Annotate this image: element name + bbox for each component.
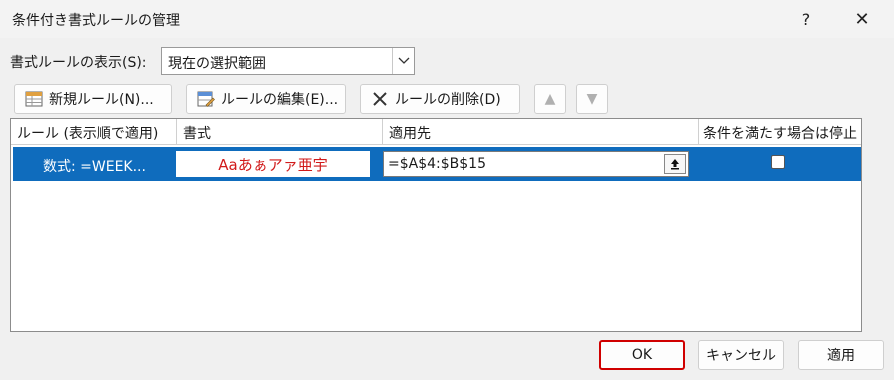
column-header-format: 書式 (177, 119, 383, 145)
new-rule-icon (25, 90, 43, 108)
column-header-rule: ルール (表示順で適用) (11, 119, 177, 145)
new-rule-button[interactable]: 新規ルール(N)... (14, 84, 172, 114)
collapse-dialog-button[interactable] (664, 154, 686, 174)
cancel-button[interactable]: キャンセル (698, 340, 784, 370)
apply-button[interactable]: 適用 (798, 340, 884, 370)
help-button[interactable]: ? (784, 4, 828, 34)
ok-button[interactable]: OK (599, 340, 685, 370)
show-rules-label: 書式ルールの表示(S): (10, 55, 147, 71)
table-row[interactable]: 数式: =WEEK... Aaあぁアァ亜宇 =$A$4:$B$15 (13, 147, 861, 181)
delete-x-icon (371, 90, 389, 108)
stop-if-true-checkbox[interactable] (771, 155, 785, 169)
arrow-down-icon: ▼ (586, 91, 598, 107)
move-up-button[interactable]: ▲ (534, 84, 566, 114)
edit-rule-button[interactable]: ルールの編集(E)... (186, 84, 346, 114)
table-header: ルール (表示順で適用) 書式 適用先 条件を満たす場合は停止 (11, 119, 861, 145)
edit-rule-icon (197, 90, 215, 108)
new-rule-label: 新規ルール(N)... (49, 92, 154, 108)
applies-to-field[interactable]: =$A$4:$B$15 (383, 151, 689, 177)
show-rules-value: 現在の選択範囲 (168, 56, 266, 72)
close-button[interactable]: ✕ (840, 4, 884, 34)
column-header-stop-if-true: 条件を満たす場合は停止 (703, 126, 857, 142)
move-down-button[interactable]: ▼ (576, 84, 608, 114)
arrow-up-icon: ▲ (544, 91, 556, 107)
range-select-icon (671, 159, 679, 170)
edit-rule-label: ルールの編集(E)... (221, 92, 339, 108)
title-bar: 条件付き書式ルールの管理 ? ✕ (0, 0, 894, 38)
rule-description: 数式: =WEEK... (43, 159, 146, 175)
show-rules-select[interactable]: 現在の選択範囲 (161, 47, 415, 75)
window-title: 条件付き書式ルールの管理 (12, 13, 180, 29)
format-preview: Aaあぁアァ亜宇 (176, 151, 370, 177)
delete-rule-button[interactable]: ルールの削除(D) (360, 84, 520, 114)
rules-table: ルール (表示順で適用) 書式 適用先 条件を満たす場合は停止 数式: =WEE… (10, 118, 862, 332)
delete-rule-label: ルールの削除(D) (395, 92, 501, 108)
column-header-applies-to: 適用先 (383, 119, 699, 145)
applies-to-value: =$A$4:$B$15 (388, 156, 486, 172)
chevron-down-icon[interactable] (392, 48, 414, 74)
